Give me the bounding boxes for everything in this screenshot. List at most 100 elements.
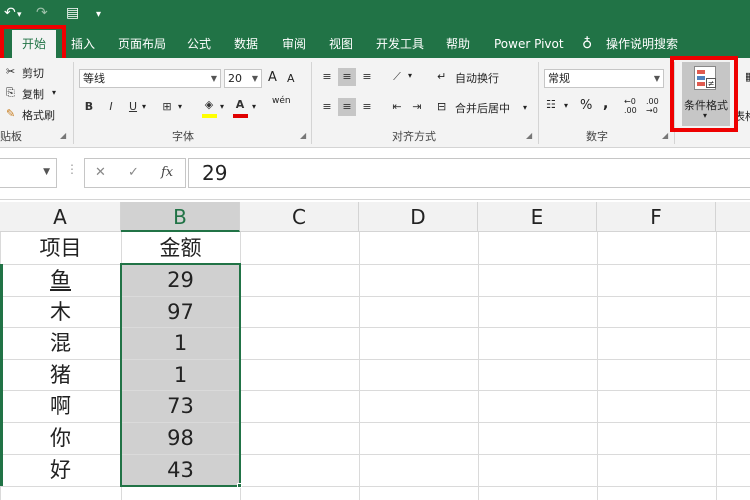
column-header-g[interactable]	[716, 202, 750, 232]
decrease-indent-icon[interactable]: ⇤	[388, 98, 406, 116]
cell-a5[interactable]: 猪	[0, 360, 121, 391]
format-as-table-icon[interactable]: ▦	[745, 70, 750, 83]
align-right-icon[interactable]: ≡	[358, 98, 376, 116]
font-color-icon[interactable]: A	[231, 96, 249, 114]
orientation-dropdown-icon[interactable]: ▾	[408, 71, 412, 80]
align-center-icon[interactable]: ≡	[338, 98, 356, 116]
column-header-e[interactable]: E	[478, 202, 597, 232]
column-header-c[interactable]: C	[240, 202, 359, 232]
bold-button[interactable]: B	[80, 98, 98, 116]
currency-icon[interactable]: ☷	[546, 98, 556, 111]
customize-qat-icon[interactable]: ▾	[96, 9, 101, 20]
copy-icon[interactable]: ⎘	[6, 86, 15, 100]
align-middle-icon[interactable]: ≡	[338, 68, 356, 86]
tab-developer[interactable]: 开发工具	[376, 30, 424, 58]
cell-a3[interactable]: 木	[0, 297, 121, 328]
tab-review[interactable]: 审阅	[282, 30, 306, 58]
formula-input[interactable]: 29	[188, 158, 750, 188]
tab-data[interactable]: 数据	[234, 30, 258, 58]
name-box[interactable]: ▼	[0, 158, 57, 188]
tab-page-layout[interactable]: 页面布局	[118, 30, 166, 58]
row-selection-indicator	[0, 264, 3, 486]
borders-icon[interactable]: ⊞	[158, 98, 176, 116]
grow-font-button[interactable]: A	[268, 70, 277, 85]
cell-a2[interactable]: 鱼	[0, 265, 121, 296]
font-size-box[interactable]: 20 ▼	[224, 69, 262, 88]
cell-a1[interactable]: 项目	[0, 233, 121, 264]
cut-icon[interactable]: ✂	[6, 65, 15, 78]
chevron-down-icon: ▼	[653, 74, 660, 83]
column-header-f[interactable]: F	[597, 202, 716, 232]
clipboard-launcher-icon[interactable]: ◢	[60, 131, 66, 140]
fill-dropdown-icon[interactable]: ▾	[220, 102, 224, 111]
number-launcher-icon[interactable]: ◢	[662, 131, 668, 140]
tab-formulas[interactable]: 公式	[187, 30, 211, 58]
merge-center-icon[interactable]: ⊟	[437, 100, 446, 113]
shrink-font-button[interactable]: A	[287, 72, 295, 85]
column-header-b[interactable]: B	[121, 202, 240, 232]
chevron-down-icon: ▼	[43, 167, 50, 177]
underline-button[interactable]: U	[124, 98, 142, 116]
currency-dropdown-icon[interactable]: ▾	[564, 101, 568, 110]
alignment-group-label: 对齐方式	[392, 130, 436, 143]
number-format-box[interactable]: 常规 ▼	[544, 69, 664, 88]
comma-button[interactable]: ,	[603, 96, 608, 112]
undo-icon[interactable]: ↶	[4, 5, 16, 21]
undo-dropdown-icon[interactable]: ▾	[17, 10, 22, 20]
column-header-d[interactable]: D	[359, 202, 478, 232]
cell-a4[interactable]: 混	[0, 328, 121, 359]
formula-buttons: ✕ ✓ fx	[84, 158, 186, 188]
format-painter-icon[interactable]: ✎	[6, 107, 15, 120]
borders-dropdown-icon[interactable]: ▾	[178, 102, 182, 111]
copy-dropdown-icon[interactable]: ▾	[52, 88, 56, 97]
wrap-text-icon[interactable]: ↵	[437, 70, 446, 83]
fill-color-icon[interactable]: ◈	[200, 96, 218, 114]
underline-dropdown-icon[interactable]: ▾	[142, 102, 146, 111]
alignment-launcher-icon[interactable]: ◢	[526, 131, 532, 140]
align-top-icon[interactable]: ≡	[318, 68, 336, 86]
cell-a6[interactable]: 啊	[0, 391, 121, 422]
italic-button[interactable]: I	[102, 98, 120, 116]
copy-label[interactable]: 复制	[22, 86, 44, 102]
tab-view[interactable]: 视图	[329, 30, 353, 58]
tab-power-pivot[interactable]: Power Pivot	[494, 30, 564, 58]
gridline	[597, 232, 598, 500]
redo-icon[interactable]: ↷	[36, 5, 48, 21]
font-color-dropdown-icon[interactable]: ▾	[252, 102, 256, 111]
group-divider	[538, 62, 539, 144]
font-name-box[interactable]: 等线 ▼	[79, 69, 221, 88]
save-icon[interactable]: ▤	[66, 5, 79, 21]
font-group-label: 字体	[172, 130, 194, 143]
cut-label[interactable]: 剪切	[22, 65, 44, 81]
font-launcher-icon[interactable]: ◢	[300, 131, 306, 140]
increase-decimal-icon[interactable]: ←0.00	[624, 97, 637, 115]
wrap-text-label[interactable]: 自动换行	[455, 70, 499, 86]
gridline	[478, 232, 479, 500]
increase-indent-icon[interactable]: ⇥	[408, 98, 426, 116]
number-group-label: 数字	[586, 130, 608, 143]
format-painter-label[interactable]: 格式刷	[22, 107, 55, 123]
percent-button[interactable]: %	[580, 98, 592, 113]
column-header-a[interactable]: A	[0, 202, 121, 232]
tell-me-search[interactable]: 操作说明搜索	[606, 30, 678, 58]
insert-function-icon[interactable]: fx	[161, 165, 173, 180]
cell-b1[interactable]: 金额	[121, 233, 240, 264]
merge-dropdown-icon[interactable]: ▾	[523, 103, 527, 112]
cell-a8[interactable]: 好	[0, 455, 121, 486]
cell-a7[interactable]: 你	[0, 423, 121, 454]
align-left-icon[interactable]: ≡	[318, 98, 336, 116]
phonetic-button[interactable]: wén	[272, 96, 291, 106]
clipboard-group-label: 贴板	[0, 130, 22, 143]
lightbulb-icon: ♁	[582, 36, 593, 52]
tab-help[interactable]: 帮助	[446, 30, 470, 58]
enter-icon[interactable]: ✓	[128, 165, 139, 180]
tab-insert[interactable]: 插入	[71, 30, 95, 58]
formula-bar-grip-icon: ⋮	[66, 162, 78, 176]
align-bottom-icon[interactable]: ≡	[358, 68, 376, 86]
fill-handle[interactable]	[237, 483, 242, 488]
cancel-icon[interactable]: ✕	[95, 165, 106, 180]
formula-bar: ▼ ⋮ ✕ ✓ fx 29	[0, 148, 750, 200]
merge-center-label[interactable]: 合并后居中	[455, 100, 510, 116]
orientation-icon[interactable]: ⟋	[388, 68, 406, 86]
decrease-decimal-icon[interactable]: .00 →0	[646, 97, 659, 115]
